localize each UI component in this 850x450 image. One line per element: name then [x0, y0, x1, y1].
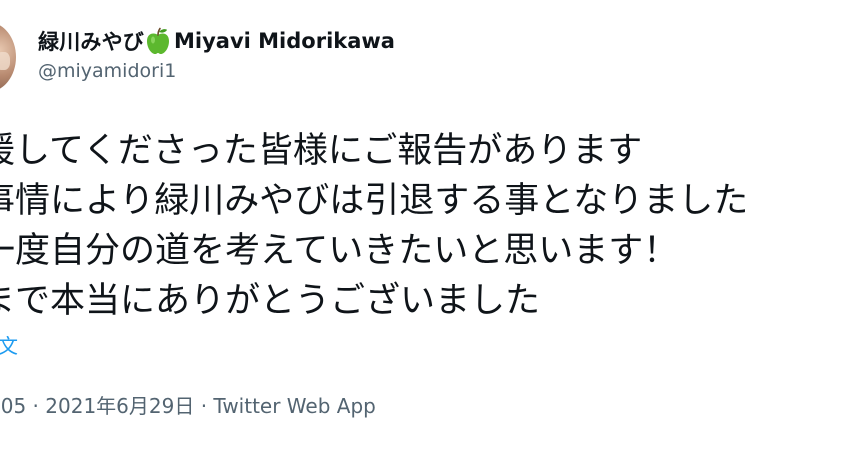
- author-name-row[interactable]: 緑川みやび Miyavi Midorikawa: [38, 26, 395, 56]
- author-handle[interactable]: @miyamidori1: [38, 60, 176, 82]
- green-apple-icon: [145, 27, 171, 55]
- avatar[interactable]: [0, 22, 16, 92]
- tweet-line: 事情により緑川みやびは引退する事となりました: [0, 181, 749, 221]
- tweet-line: 援してくださった皆様にご報告があります: [0, 131, 643, 171]
- meta-separator: ·: [26, 394, 46, 418]
- tweet-line: まで本当にありがとうございました: [0, 281, 541, 321]
- display-name-ja[interactable]: 緑川みやび: [38, 26, 144, 56]
- display-name-en[interactable]: Miyavi Midorikawa: [174, 29, 395, 53]
- tweet-card: 緑川みやび Miyavi Midorikawa @miyamidori1 援して…: [0, 0, 850, 450]
- translate-tweet-link[interactable]: 文: [0, 330, 18, 359]
- tweet-line: 一度自分の道を考えていきたいと思います！: [0, 231, 679, 271]
- tweet-text: 援してくださった皆様にご報告があります 事情により緑川みやびは引退する事となりま…: [0, 126, 850, 326]
- tweet-time[interactable]: :05: [0, 394, 26, 418]
- meta-separator: ·: [194, 394, 214, 418]
- tweet-date[interactable]: 2021年6月29日: [45, 394, 194, 418]
- tweet-source[interactable]: Twitter Web App: [213, 394, 375, 418]
- tweet-meta: :05 · 2021年6月29日 · Twitter Web App: [0, 390, 376, 419]
